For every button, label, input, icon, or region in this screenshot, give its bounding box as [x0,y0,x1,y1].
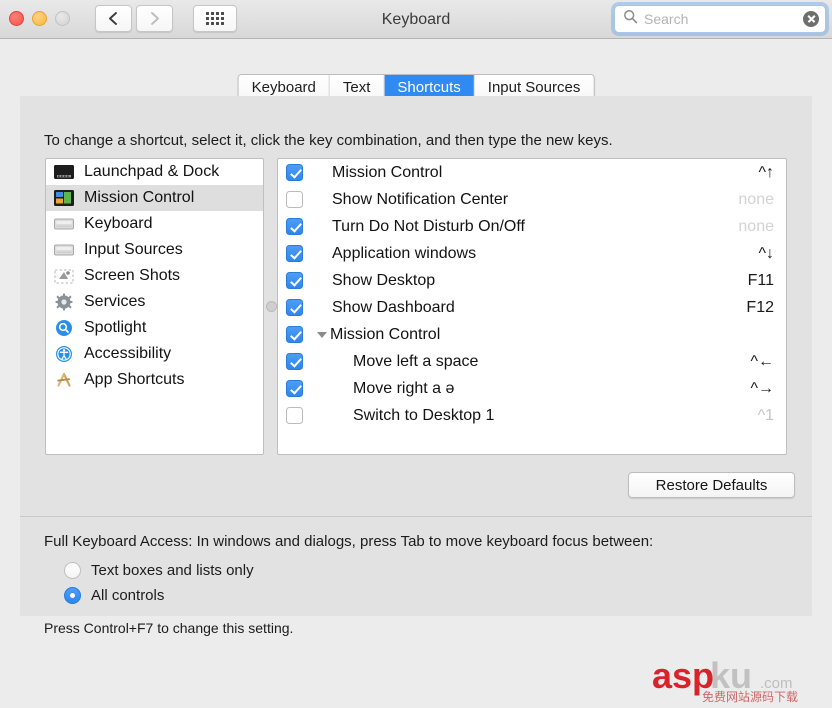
shortcut-key[interactable]: ^↑ [758,164,774,182]
shortcut-checkbox[interactable] [286,326,303,343]
shortcut-checkbox[interactable] [286,218,303,235]
radio-button-icon[interactable] [64,587,81,604]
shortcut-key[interactable]: none [738,218,774,236]
sidebar-item-label: Mission Control [84,189,194,207]
radio-label: Text boxes and lists only [91,562,254,579]
watermark: asp ku .com 免费网站源码下载 [652,654,824,704]
spotlight-icon [53,319,75,337]
clear-circle-icon[interactable] [803,11,819,27]
table-row[interactable]: Turn Do Not Disturb On/Off none [278,213,786,240]
sidebar-item-label: Input Sources [84,241,183,259]
shortcut-checkbox[interactable] [286,407,303,424]
input-sources-icon [53,241,75,259]
shortcut-label: Switch to Desktop 1 [353,407,758,425]
shortcut-list[interactable]: Mission Control ^↑ Show Notification Cen… [277,158,787,455]
shortcut-label: Move left a space [353,353,750,371]
shortcut-group-label: Mission Control [330,326,774,344]
sidebar-item-services[interactable]: Services [46,289,263,315]
sidebar-item-app-shortcuts[interactable]: App Shortcuts [46,367,263,393]
window-titlebar: Keyboard Search [0,0,832,39]
category-list[interactable]: Launchpad & Dock Mission Control [45,158,264,455]
shortcut-key[interactable]: F11 [748,272,774,290]
search-input[interactable]: Search [644,11,803,27]
sidebar-item-label: Screen Shots [84,267,180,285]
shortcut-label: Show Dashboard [332,299,746,317]
shortcut-label: Turn Do Not Disturb On/Off [332,218,738,236]
table-row[interactable]: Show Dashboard F12 [278,294,786,321]
restore-defaults-button[interactable]: Restore Defaults [628,472,795,498]
shortcut-checkbox[interactable] [286,380,303,397]
sidebar-item-launchpad-dock[interactable]: Launchpad & Dock [46,159,263,185]
sidebar-item-screen-shots[interactable]: Screen Shots [46,263,263,289]
shortcut-label: Application windows [332,245,758,263]
shortcut-key[interactable]: ^→ [750,380,774,398]
radio-button-icon[interactable] [64,562,81,579]
shortcut-checkbox[interactable] [286,353,303,370]
shortcut-key[interactable]: F12 [746,299,774,317]
search-field[interactable]: Search [614,5,826,33]
mission-control-icon [53,189,75,207]
table-row[interactable]: Show Notification Center none [278,186,786,213]
sidebar-item-label: Keyboard [84,215,153,233]
shortcut-key[interactable]: ^← [750,353,774,371]
services-gear-icon [53,293,75,311]
panel-splitter-handle[interactable] [266,291,277,321]
shortcut-key[interactable]: ^1 [758,407,774,425]
shortcut-label: Mission Control [332,164,758,182]
sidebar-item-label: Launchpad & Dock [84,163,219,181]
table-row[interactable]: Show Desktop F11 [278,267,786,294]
table-row[interactable]: Move right a ə ^→ [278,375,786,402]
full-keyboard-access-footnote: Press Control+F7 to change this setting. [44,620,293,636]
radio-label: All controls [91,587,164,604]
table-row[interactable]: Switch to Desktop 1 ^1 [278,402,786,429]
section-divider [20,516,812,517]
radio-text-boxes-and-lists-only[interactable]: Text boxes and lists only [64,562,254,579]
splitter-dot-icon [266,301,277,312]
shortcut-checkbox[interactable] [286,164,303,181]
shortcut-label: Show Desktop [332,272,748,290]
search-icon [623,9,638,29]
shortcut-key[interactable]: none [738,191,774,209]
instruction-text: To change a shortcut, select it, click t… [44,132,613,149]
screenshots-icon [53,267,75,285]
sidebar-item-label: Spotlight [84,319,146,337]
watermark-subtext: 免费网站源码下载 [702,689,798,704]
sidebar-item-spotlight[interactable]: Spotlight [46,315,263,341]
disclosure-triangle-icon[interactable] [317,332,327,338]
table-row-group-header[interactable]: Mission Control [278,321,786,348]
shortcut-checkbox[interactable] [286,272,303,289]
sidebar-item-label: Services [84,293,145,311]
table-row[interactable]: Application windows ^↓ [278,240,786,267]
full-keyboard-access-label: Full Keyboard Access: In windows and dia… [44,533,653,550]
dock-icon [53,163,75,181]
shortcut-checkbox[interactable] [286,191,303,208]
shortcut-checkbox[interactable] [286,245,303,262]
sidebar-item-keyboard[interactable]: Keyboard [46,211,263,237]
shortcut-key[interactable]: ^↓ [758,245,774,263]
sidebar-item-accessibility[interactable]: Accessibility [46,341,263,367]
app-shortcuts-icon [53,371,75,389]
accessibility-icon [53,345,75,363]
search-field-wrapper[interactable]: Search [614,5,826,33]
sidebar-item-mission-control[interactable]: Mission Control [46,185,263,211]
shortcut-label: Move right a ə [353,380,750,398]
sidebar-item-input-sources[interactable]: Input Sources [46,237,263,263]
sidebar-item-label: Accessibility [84,345,171,363]
shortcuts-panel: To change a shortcut, select it, click t… [20,96,812,616]
shortcut-label: Show Notification Center [332,191,738,209]
radio-all-controls[interactable]: All controls [64,587,164,604]
table-row[interactable]: Move left a space ^← [278,348,786,375]
shortcut-checkbox[interactable] [286,299,303,316]
table-row[interactable]: Mission Control ^↑ [278,159,786,186]
sidebar-item-label: App Shortcuts [84,371,185,389]
keyboard-icon [53,215,75,233]
